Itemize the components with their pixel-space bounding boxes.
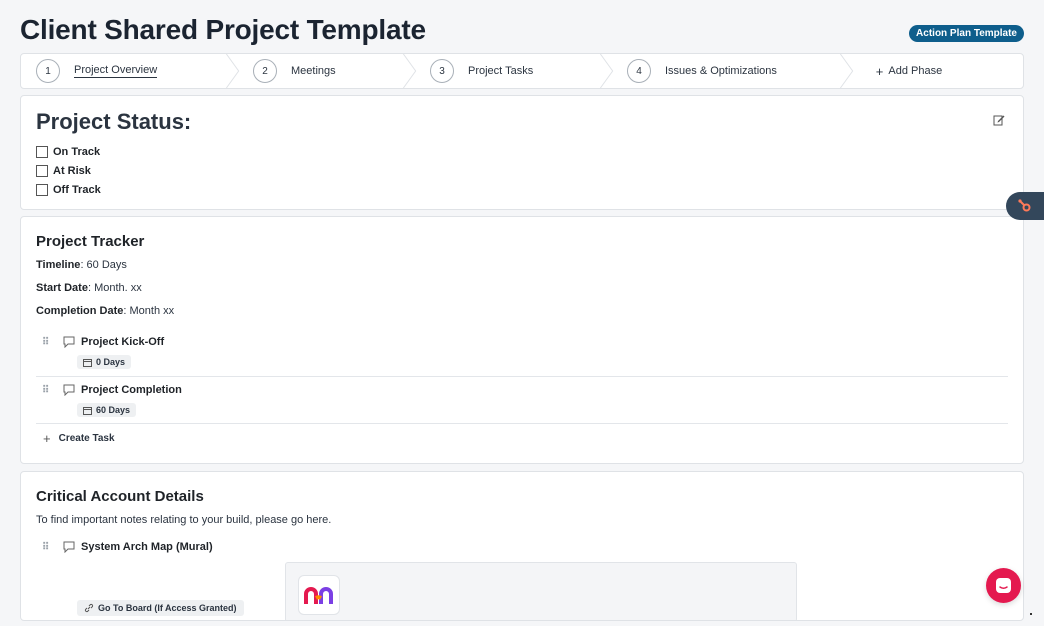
timeline-label: Timeline: [36, 259, 81, 271]
create-task-label: Create Task: [58, 433, 115, 444]
start-date-line: Start Date: Month. xx: [36, 282, 142, 294]
phase-tab-1[interactable]: 1 Project Overview: [21, 54, 241, 88]
project-tracker-title: Project Tracker: [36, 233, 145, 250]
task-divider: [36, 423, 1008, 424]
task-divider: [36, 376, 1008, 377]
checkbox[interactable]: [36, 145, 48, 158]
go-to-board-link[interactable]: Go To Board (If Access Granted): [77, 600, 244, 616]
project-status-title: Project Status:: [36, 109, 192, 134]
status-option-label: At Risk: [53, 164, 91, 177]
task-title[interactable]: Project Kick-Off: [81, 336, 164, 348]
link-icon: [84, 603, 94, 613]
corner-dot: [1030, 613, 1032, 615]
comment-icon[interactable]: [62, 541, 76, 553]
timeline-value: : 60 Days: [80, 259, 127, 271]
task-item[interactable]: ⠿ Project Kick-Off 0 Days: [36, 334, 1008, 372]
template-badge[interactable]: Action Plan Template: [909, 25, 1024, 42]
task-title[interactable]: System Arch Map (Mural): [81, 541, 213, 553]
chevron-divider-icon: [840, 54, 854, 88]
chevron-divider-icon: [226, 54, 240, 88]
create-task-button[interactable]: + Create Task: [43, 431, 115, 446]
status-option-on-track[interactable]: On Track: [36, 142, 101, 161]
phase-number: 3: [430, 59, 454, 83]
phase-label: Meetings: [291, 65, 336, 77]
chevron-divider-icon: [403, 54, 417, 88]
duration-value: 60 Days: [96, 405, 131, 415]
edit-icon[interactable]: [993, 114, 1005, 126]
add-phase-label: Add Phase: [888, 65, 943, 77]
page-title: Client Shared Project Template: [20, 14, 426, 45]
project-tracker-card: Project Tracker Timeline: 60 Days Start …: [20, 216, 1024, 464]
plus-icon: +: [875, 63, 884, 79]
phase-label: Project Overview: [74, 64, 158, 78]
status-option-off-track[interactable]: Off Track: [36, 180, 101, 199]
phase-tab-3[interactable]: 3 Project Tasks: [418, 54, 615, 88]
add-phase-button[interactable]: + Add Phase: [855, 54, 1023, 88]
phase-stepper: 1 Project Overview 2 Meetings 3 Project …: [20, 53, 1024, 89]
drag-handle-icon[interactable]: ⠿: [42, 542, 56, 553]
phase-label: Issues & Optimizations: [665, 65, 777, 77]
task-title[interactable]: Project Completion: [81, 384, 182, 396]
phase-tab-2[interactable]: 2 Meetings: [241, 54, 418, 88]
chat-icon: [996, 578, 1011, 593]
completion-date-label: Completion Date: [36, 305, 124, 317]
phase-label: Project Tasks: [468, 65, 534, 77]
checkbox[interactable]: [36, 164, 48, 177]
plus-icon: +: [43, 431, 51, 446]
mural-logo-icon: [298, 575, 340, 615]
drag-handle-icon[interactable]: ⠿: [42, 337, 56, 348]
duration-badge: 60 Days: [77, 403, 137, 417]
comment-icon[interactable]: [62, 384, 76, 396]
completion-date-value: : Month xx: [123, 305, 175, 317]
phase-tab-4[interactable]: 4 Issues & Optimizations: [615, 54, 855, 88]
status-option-label: On Track: [53, 145, 101, 158]
chevron-divider-icon: [600, 54, 614, 88]
project-status-card: Project Status: On Track At Risk Off Tra…: [20, 95, 1024, 210]
calendar-icon: [83, 358, 92, 367]
phase-number: 1: [36, 59, 60, 83]
chat-launcher-button[interactable]: [986, 568, 1021, 603]
critical-account-details-title: Critical Account Details: [36, 488, 204, 505]
status-option-at-risk[interactable]: At Risk: [36, 161, 101, 180]
phase-number: 4: [627, 59, 651, 83]
phase-number: 2: [253, 59, 277, 83]
details-description: To find important notes relating to your…: [36, 514, 332, 526]
timeline-line: Timeline: 60 Days: [36, 259, 127, 271]
checkbox[interactable]: [36, 183, 48, 196]
comment-icon[interactable]: [62, 336, 76, 348]
start-date-value: : Month. xx: [87, 282, 142, 294]
hubspot-sprocket-icon[interactable]: [1006, 192, 1044, 220]
mural-embed-preview[interactable]: [285, 562, 797, 620]
status-option-label: Off Track: [53, 183, 101, 196]
duration-value: 0 Days: [96, 357, 126, 367]
status-checklist: On Track At Risk Off Track: [36, 142, 101, 199]
go-to-board-label: Go To Board (If Access Granted): [98, 603, 237, 613]
start-date-label: Start Date: [36, 282, 88, 294]
completion-date-line: Completion Date: Month xx: [36, 305, 174, 317]
duration-badge: 0 Days: [77, 355, 132, 369]
task-item[interactable]: ⠿ System Arch Map (Mural): [36, 539, 1008, 555]
critical-account-details-card: Critical Account Details To find importa…: [20, 471, 1024, 621]
task-item[interactable]: ⠿ Project Completion 60 Days: [36, 382, 1008, 420]
calendar-icon: [83, 406, 92, 415]
drag-handle-icon[interactable]: ⠿: [42, 385, 56, 396]
